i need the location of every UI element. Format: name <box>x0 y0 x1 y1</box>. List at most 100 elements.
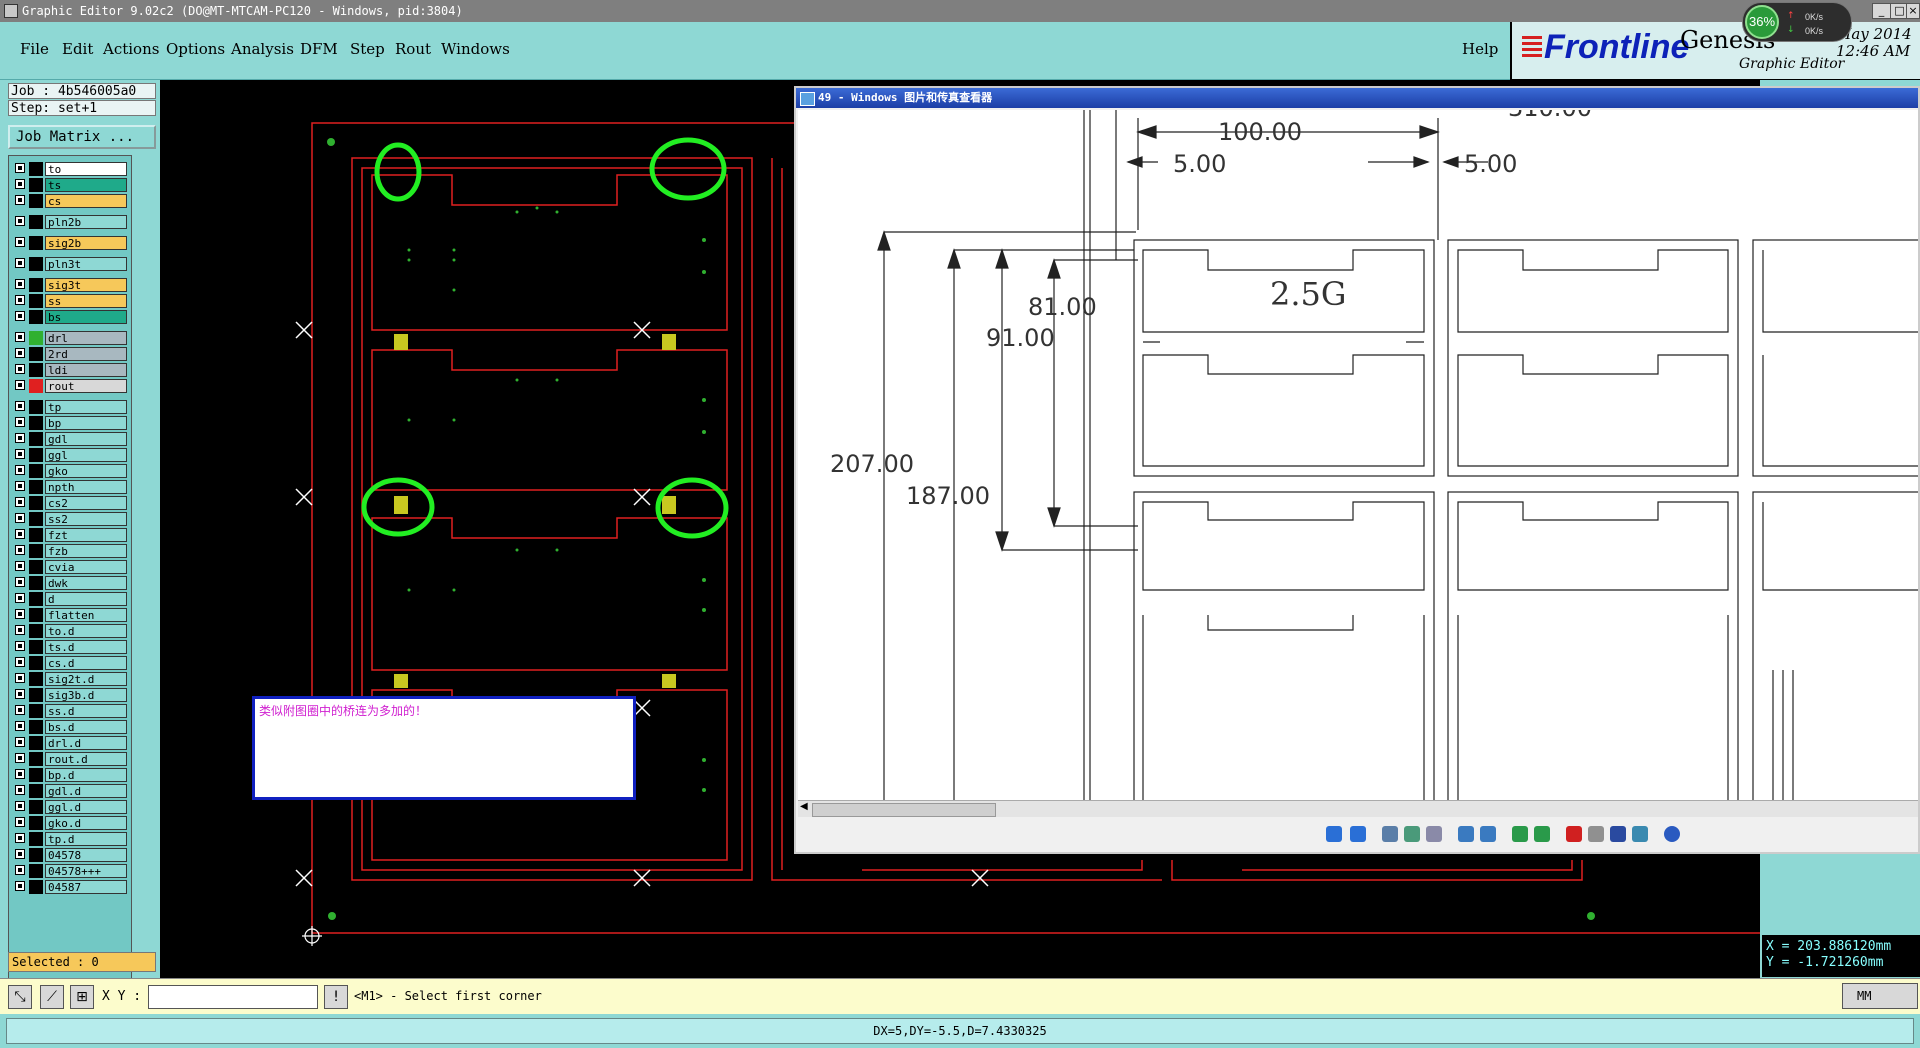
layer-checkbox[interactable] <box>15 817 25 827</box>
layer-color-swatch[interactable] <box>29 832 43 846</box>
menu-step[interactable]: Step <box>350 40 385 58</box>
layer-checkbox[interactable] <box>15 657 25 667</box>
layer-color-swatch[interactable] <box>29 880 43 894</box>
job-matrix-button[interactable]: Job Matrix ... <box>8 125 156 149</box>
layer-row-cvia[interactable]: cvia <box>13 560 129 574</box>
network-monitor[interactable]: 36% ↑ ↓ 0K/s 0K/s <box>1742 2 1852 42</box>
layer-name[interactable]: npth <box>45 480 127 494</box>
layer-color-swatch[interactable] <box>29 624 43 638</box>
layer-row-04578[interactable]: 04578 <box>13 848 129 862</box>
layer-checkbox[interactable] <box>15 380 25 390</box>
layer-color-swatch[interactable] <box>29 379 43 393</box>
layer-color-swatch[interactable] <box>29 736 43 750</box>
layer-name[interactable]: to.d <box>45 624 127 638</box>
layer-checkbox[interactable] <box>15 364 25 374</box>
layer-row-ss.d[interactable]: ss.d <box>13 704 129 718</box>
layer-color-swatch[interactable] <box>29 432 43 446</box>
layer-name[interactable]: tp.d <box>45 832 127 846</box>
menu-options[interactable]: Options <box>166 40 225 58</box>
layer-row-ggl.d[interactable]: ggl.d <box>13 800 129 814</box>
layer-name[interactable]: gdl <box>45 432 127 446</box>
layer-name[interactable]: cs <box>45 194 127 208</box>
layer-checkbox[interactable] <box>15 258 25 268</box>
layer-checkbox[interactable] <box>15 163 25 173</box>
layer-checkbox[interactable] <box>15 348 25 358</box>
layer-checkbox[interactable] <box>15 625 25 635</box>
layer-color-swatch[interactable] <box>29 528 43 542</box>
layer-row-npth[interactable]: npth <box>13 480 129 494</box>
layer-checkbox[interactable] <box>15 881 25 891</box>
open-editor-icon[interactable] <box>1632 826 1648 842</box>
layer-row-gdl[interactable]: gdl <box>13 432 129 446</box>
layer-color-swatch[interactable] <box>29 416 43 430</box>
layer-row-bp[interactable]: bp <box>13 416 129 430</box>
layer-name[interactable]: sig3b.d <box>45 688 127 702</box>
grid-tool-icon[interactable]: ⊞ <box>70 985 94 1009</box>
layer-row-04578+++[interactable]: 04578+++ <box>13 864 129 878</box>
layer-name[interactable]: ts.d <box>45 640 127 654</box>
layer-name[interactable]: ggl <box>45 448 127 462</box>
scrollbar-thumb[interactable] <box>812 803 996 817</box>
slideshow-icon[interactable] <box>1426 826 1442 842</box>
layer-checkbox[interactable] <box>15 753 25 763</box>
layer-color-swatch[interactable] <box>29 400 43 414</box>
layer-color-swatch[interactable] <box>29 640 43 654</box>
layer-color-swatch[interactable] <box>29 347 43 361</box>
layer-checkbox[interactable] <box>15 295 25 305</box>
layer-row-ggl[interactable]: ggl <box>13 448 129 462</box>
layer-checkbox[interactable] <box>15 705 25 715</box>
layer-name[interactable]: drl <box>45 331 127 345</box>
layer-name[interactable]: ts <box>45 178 127 192</box>
layer-name[interactable]: ss <box>45 294 127 308</box>
layer-name[interactable]: fzt <box>45 528 127 542</box>
layer-row-fzt[interactable]: fzt <box>13 528 129 542</box>
layer-checkbox[interactable] <box>15 833 25 843</box>
warning-button[interactable]: ! <box>324 985 348 1009</box>
layer-name[interactable]: cvia <box>45 560 127 574</box>
layer-checkbox[interactable] <box>15 849 25 859</box>
layer-color-swatch[interactable] <box>29 848 43 862</box>
layer-name[interactable]: pln2b <box>45 215 127 229</box>
layer-color-swatch[interactable] <box>29 608 43 622</box>
layer-color-swatch[interactable] <box>29 672 43 686</box>
layer-checkbox[interactable] <box>15 529 25 539</box>
layer-row-ss2[interactable]: ss2 <box>13 512 129 526</box>
layer-name[interactable]: bs <box>45 310 127 324</box>
layer-checkbox[interactable] <box>15 332 25 342</box>
layer-row-ss[interactable]: ss <box>13 294 129 308</box>
layer-row-ldi[interactable]: ldi <box>13 363 129 377</box>
viewer-titlebar[interactable]: 49 - Windows 图片和传真查看器 <box>796 88 1918 108</box>
zoom-out-icon[interactable] <box>1480 826 1496 842</box>
layer-color-swatch[interactable] <box>29 236 43 250</box>
layer-checkbox[interactable] <box>15 689 25 699</box>
layer-checkbox[interactable] <box>15 497 25 507</box>
layer-color-swatch[interactable] <box>29 448 43 462</box>
layer-row-pln2b[interactable]: pln2b <box>13 215 129 229</box>
layer-checkbox[interactable] <box>15 216 25 226</box>
layer-name[interactable]: ggl.d <box>45 800 127 814</box>
layer-color-swatch[interactable] <box>29 592 43 606</box>
layer-checkbox[interactable] <box>15 769 25 779</box>
layer-name[interactable]: gko.d <box>45 816 127 830</box>
layer-color-swatch[interactable] <box>29 363 43 377</box>
layer-checkbox[interactable] <box>15 417 25 427</box>
layer-color-swatch[interactable] <box>29 294 43 308</box>
menu-actions[interactable]: Actions <box>103 40 159 58</box>
layer-checkbox[interactable] <box>15 561 25 571</box>
layer-checkbox[interactable] <box>15 673 25 683</box>
menu-analysis[interactable]: Analysis <box>231 40 294 58</box>
layer-color-swatch[interactable] <box>29 752 43 766</box>
layer-checkbox[interactable] <box>15 401 25 411</box>
delete-icon[interactable] <box>1566 826 1582 842</box>
menu-windows[interactable]: Windows <box>441 40 510 58</box>
layer-color-swatch[interactable] <box>29 215 43 229</box>
layer-row-sig3b.d[interactable]: sig3b.d <box>13 688 129 702</box>
layer-row-cs[interactable]: cs <box>13 194 129 208</box>
layer-row-gko[interactable]: gko <box>13 464 129 478</box>
rotate-counterclockwise-icon[interactable] <box>1534 826 1550 842</box>
layer-name[interactable]: ss.d <box>45 704 127 718</box>
layer-color-swatch[interactable] <box>29 480 43 494</box>
layer-row-bs[interactable]: bs <box>13 310 129 324</box>
scroll-left-icon[interactable]: ◀ <box>800 801 808 812</box>
layer-name[interactable]: gko <box>45 464 127 478</box>
